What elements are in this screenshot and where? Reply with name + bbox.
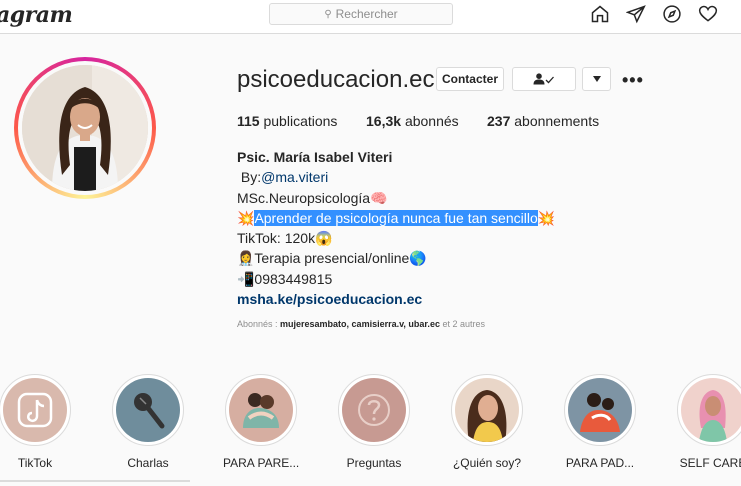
profile-avatar-ring[interactable] <box>14 57 156 199</box>
following-stat[interactable]: 237 abonnements <box>487 113 599 129</box>
followers-stat[interactable]: 16,3k abonnés <box>366 113 487 129</box>
profile-bio: Psic. María Isabel Viteri By:@ma.viteri … <box>237 147 555 309</box>
search-input[interactable]: ⚲ Rechercher <box>269 3 453 25</box>
highlight-ring <box>338 374 410 446</box>
posts-stat: 115 publications <box>237 113 366 129</box>
highlight-label: PARA PARE... <box>223 456 300 470</box>
highlight-ring <box>0 374 71 446</box>
question-icon <box>342 378 406 442</box>
highlight-ring <box>677 374 741 446</box>
instagram-logo[interactable]: agram <box>0 2 73 28</box>
horizontal-scrollbar[interactable] <box>0 480 190 482</box>
highlight-charlas[interactable]: Charlas <box>110 374 186 470</box>
highlight-label: Charlas <box>127 456 169 470</box>
highlight-self-care[interactable]: SELF CARE <box>675 374 741 470</box>
explore-icon[interactable] <box>661 3 683 25</box>
full-name: Psic. María Isabel Viteri <box>237 149 393 165</box>
bio-line-therapy: 👩‍⚕️Terapia presencial/online🌎 <box>237 250 427 267</box>
highlight-preguntas[interactable]: Preguntas <box>336 374 412 470</box>
bio-line-highlight: 💥Aprender de psicología nunca fue tan se… <box>237 208 555 228</box>
search-icon: ⚲ <box>324 8 332 20</box>
highlight-label: Preguntas <box>346 456 402 470</box>
tiktok-icon <box>3 378 67 442</box>
options-more-icon[interactable]: ••• <box>622 70 644 91</box>
followers-label: abonnés <box>404 113 459 129</box>
highlight-label: ¿Quién soy? <box>452 456 522 470</box>
following-count: 237 <box>487 113 511 129</box>
highlight-ring <box>451 374 523 446</box>
highlight-tiktok[interactable]: TikTok <box>0 374 73 470</box>
bio-by-prefix: By: <box>237 169 262 186</box>
following-label: abonnements <box>514 113 600 129</box>
followed-by-text[interactable]: Abonnés : mujeresambato, camisierra.v, u… <box>237 319 485 329</box>
bio-by-line: By:@ma.viteri <box>237 167 555 187</box>
highlight-para-padres[interactable]: PARA PARE... <box>223 374 299 470</box>
highlight-para-padres-2[interactable]: PARA PAD... <box>562 374 638 470</box>
followed-by-prefix: Abonnés : <box>237 319 281 329</box>
parents-illustration <box>568 378 632 442</box>
sparkle-icon: 💥 <box>537 209 556 226</box>
highlight-ring <box>225 374 297 446</box>
profile-stats: 115 publications 16,3k abonnés 237 abonn… <box>237 113 599 129</box>
highlight-label: TikTok <box>17 456 53 470</box>
bio-line-phone: 📲0983449815 <box>237 270 333 287</box>
hug-illustration <box>229 378 293 442</box>
person-check-icon <box>533 73 554 85</box>
bio-line-tiktok: TikTok: 120k😱 <box>237 230 333 247</box>
highlight-label: PARA PAD... <box>565 456 635 470</box>
profile-avatar <box>22 65 148 191</box>
highlight-label: SELF CARE <box>679 456 741 470</box>
selected-text: Aprender de psicología nunca fue tan sen… <box>254 209 538 226</box>
caret-down-icon <box>592 76 601 82</box>
highlight-ring <box>564 374 636 446</box>
avatar-border <box>18 61 152 195</box>
nav-icon-group <box>589 3 719 25</box>
activity-icon[interactable] <box>697 3 719 25</box>
posts-count: 115 <box>237 113 260 129</box>
home-icon[interactable] <box>589 3 611 25</box>
profile-username: psicoeducacion.ec <box>237 66 435 93</box>
suggestions-dropdown-button[interactable] <box>582 67 611 91</box>
website-link[interactable]: msha.ke/psicoeducacion.ec <box>237 289 555 309</box>
following-button[interactable] <box>512 67 576 91</box>
mention-link[interactable]: @ma.viteri <box>261 169 328 185</box>
microphone-icon <box>116 378 180 442</box>
posts-label: publications <box>263 113 338 129</box>
highlight-ring <box>112 374 184 446</box>
followed-by-suffix: et 2 autres <box>439 319 485 329</box>
followed-by-names: mujeresambato, camisierra.v, ubar.ec <box>280 319 440 329</box>
direct-icon[interactable] <box>625 3 647 25</box>
portrait-photo <box>455 378 519 442</box>
highlight-quien-soy[interactable]: ¿Quién soy? <box>449 374 525 470</box>
top-navigation-bar: agram ⚲ Rechercher <box>0 0 741 34</box>
contact-button[interactable]: Contacter <box>436 67 504 91</box>
sparkle-icon: 💥 <box>237 209 255 226</box>
search-placeholder: Rechercher <box>335 7 398 21</box>
selfcare-illustration <box>681 378 741 442</box>
bio-line-msc: MSc.Neuropsicología🧠 <box>237 189 388 206</box>
followers-count: 16,3k <box>366 113 402 129</box>
